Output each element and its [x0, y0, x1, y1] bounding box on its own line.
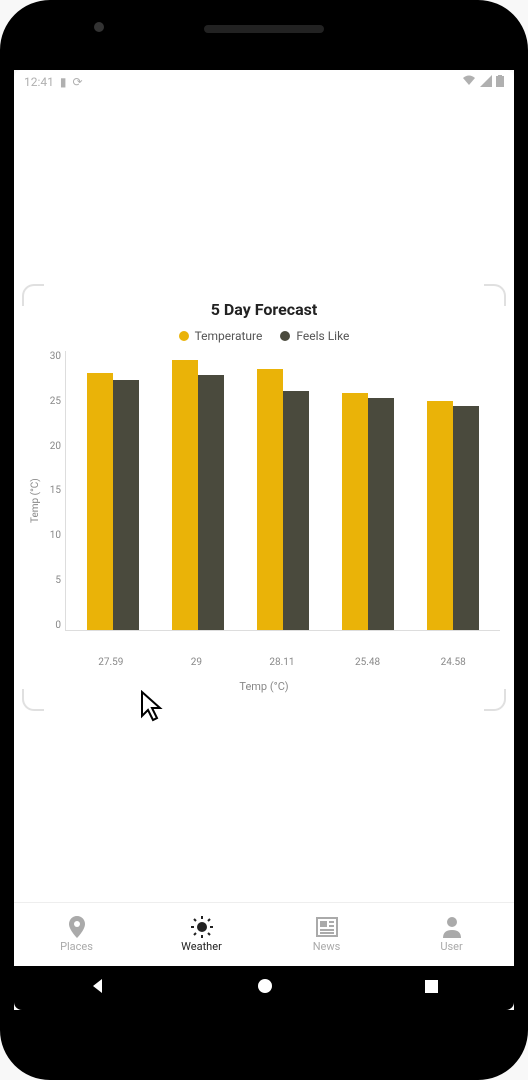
y-tick: 20	[43, 441, 61, 452]
y-tick: 10	[43, 530, 61, 541]
sync-icon: ⟳	[73, 75, 83, 89]
y-tick: 25	[43, 396, 61, 407]
chart-plot-area	[65, 351, 500, 631]
legend-item-feels-like: Feels Like	[280, 329, 349, 343]
x-axis-ticks: 27.592928.1125.4824.58	[64, 651, 500, 668]
card-corner	[484, 689, 506, 711]
bar-temperature	[87, 373, 113, 630]
x-tick: 28.11	[239, 651, 325, 668]
y-tick: 15	[43, 485, 61, 496]
bar-temperature	[342, 393, 368, 630]
bar-temperature	[427, 401, 453, 630]
nav-label: News	[313, 940, 341, 953]
legend-swatch-icon	[280, 331, 290, 341]
y-tick: 0	[43, 620, 61, 631]
weather-icon	[190, 916, 214, 938]
y-tick: 30	[43, 351, 61, 362]
legend-label: Feels Like	[296, 329, 349, 343]
status-right	[462, 75, 504, 90]
bar-temperature	[257, 369, 283, 630]
y-axis-ticks: 30 25 20 15 10 5 0	[43, 351, 65, 631]
bar-group	[155, 351, 240, 630]
battery-status-icon	[496, 75, 504, 90]
system-back-button[interactable]	[89, 977, 107, 1000]
y-axis-label: Temp (°C)	[28, 351, 43, 651]
bar-group	[326, 351, 411, 630]
forecast-chart-card: 5 Day Forecast Temperature Feels Like Te…	[22, 284, 506, 711]
bar-group	[411, 351, 496, 630]
system-recents-button[interactable]	[424, 978, 439, 999]
chart-legend: Temperature Feels Like	[28, 329, 500, 343]
system-home-button[interactable]	[257, 978, 273, 999]
bar-feels-like	[368, 398, 394, 630]
legend-swatch-icon	[179, 331, 189, 341]
card-corner	[22, 284, 44, 306]
bar-feels-like	[453, 406, 479, 630]
bar-group	[240, 351, 325, 630]
wifi-icon	[462, 75, 476, 90]
content: 5 Day Forecast Temperature Feels Like Te…	[14, 94, 514, 902]
status-left: 12:41 ▮ ⟳	[24, 75, 83, 89]
nav-item-weather[interactable]: Weather	[139, 903, 264, 966]
nav-item-news[interactable]: News	[264, 903, 389, 966]
nav-item-user[interactable]: User	[389, 903, 514, 966]
bar-group	[70, 351, 155, 630]
screen: 12:41 ▮ ⟳ 5 Day Forecast	[14, 70, 514, 1010]
system-nav-bar	[14, 966, 514, 1010]
news-icon	[316, 916, 338, 938]
user-icon	[442, 916, 462, 938]
nav-label: Weather	[181, 940, 222, 953]
chart-title: 5 Day Forecast	[28, 300, 500, 319]
battery-icon: ▮	[60, 75, 67, 89]
x-tick: 29	[154, 651, 240, 668]
legend-label: Temperature	[195, 329, 263, 343]
nav-label: Places	[60, 940, 93, 953]
x-tick: 24.58	[410, 651, 496, 668]
places-icon	[67, 916, 87, 938]
nav-label: User	[440, 940, 462, 953]
x-tick: 25.48	[325, 651, 411, 668]
bar-feels-like	[113, 380, 139, 630]
signal-icon	[480, 75, 492, 90]
card-corner	[22, 689, 44, 711]
card-corner	[484, 284, 506, 306]
bar-temperature	[172, 360, 198, 630]
status-time: 12:41	[24, 75, 54, 89]
bar-feels-like	[198, 375, 224, 630]
bar-feels-like	[283, 391, 309, 630]
chart-body: Temp (°C) 30 25 20 15 10 5 0	[28, 351, 500, 651]
nav-item-places[interactable]: Places	[14, 903, 139, 966]
bottom-nav: Places Weather News User	[14, 902, 514, 966]
legend-item-temperature: Temperature	[179, 329, 263, 343]
x-axis-label: Temp (°C)	[28, 680, 500, 693]
y-tick: 5	[43, 575, 61, 586]
x-tick: 27.59	[68, 651, 154, 668]
status-bar: 12:41 ▮ ⟳	[14, 70, 514, 94]
